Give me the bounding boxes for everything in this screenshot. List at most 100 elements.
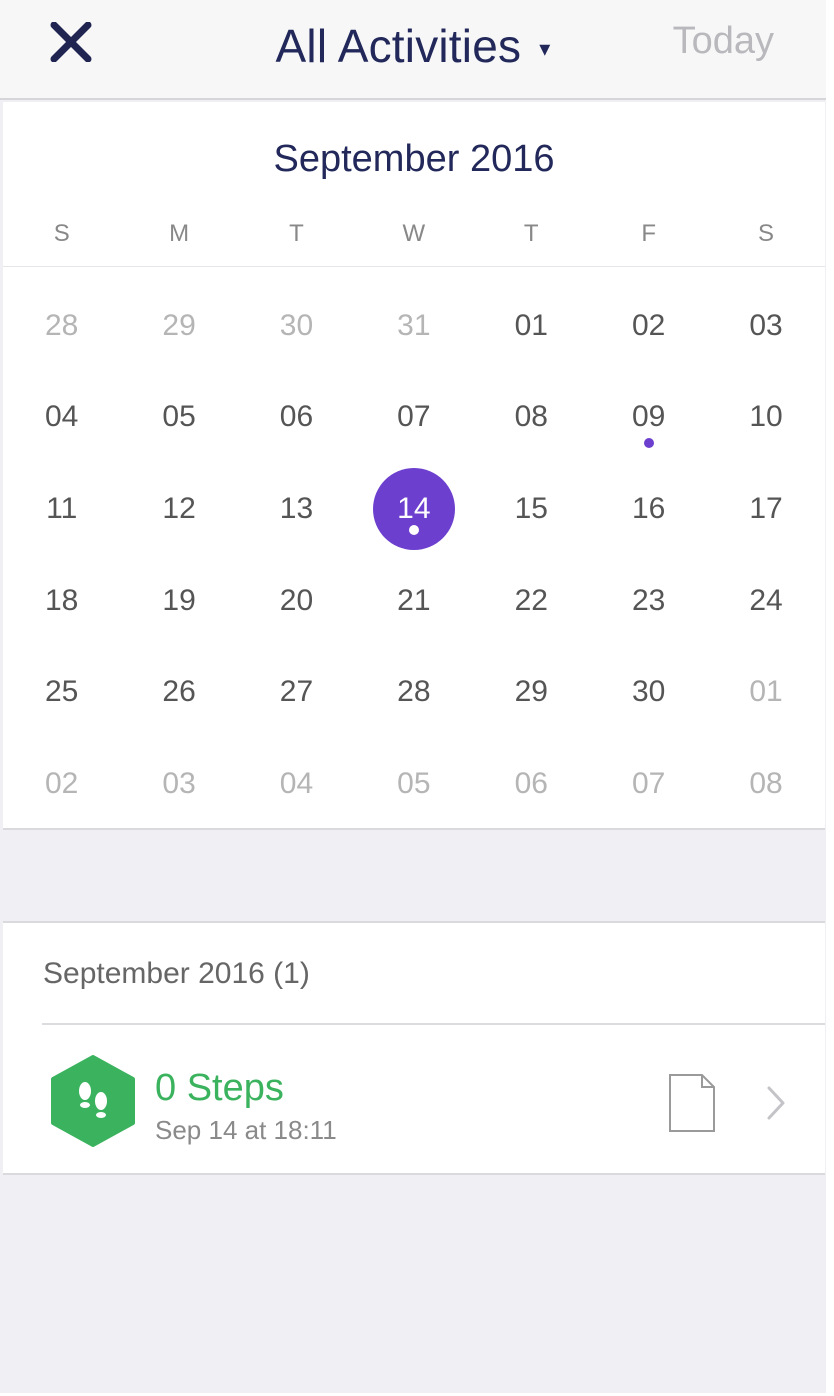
calendar-day[interactable]: 17 — [707, 463, 824, 555]
calendar-day-selected[interactable]: 14 — [355, 463, 472, 555]
calendar-day[interactable]: 23 — [590, 555, 707, 647]
day-number: 22 — [514, 583, 548, 617]
day-number: 06 — [514, 766, 548, 800]
day-number: 12 — [162, 491, 196, 525]
day-number: 29 — [162, 308, 196, 342]
day-number: 23 — [631, 583, 666, 617]
day-number: 06 — [279, 400, 314, 434]
calendar-day[interactable]: 10 — [707, 372, 824, 464]
screen-edge — [826, 0, 834, 1396]
calendar-day[interactable]: 22 — [473, 555, 590, 647]
day-number: 20 — [279, 583, 314, 617]
chevron-right-icon — [767, 1086, 785, 1120]
day-number: 05 — [397, 766, 431, 800]
day-number: 07 — [631, 766, 666, 800]
calendar-day[interactable]: 02 — [590, 280, 707, 372]
calendar-day[interactable]: 16 — [590, 463, 707, 555]
weekday-label: M — [169, 220, 190, 247]
day-number: 27 — [279, 675, 314, 709]
calendar-day[interactable]: 01 — [707, 646, 824, 738]
day-number: 03 — [162, 766, 196, 800]
calendar-day[interactable]: 30 — [238, 280, 355, 372]
calendar-day[interactable]: 07 — [590, 738, 707, 830]
calendar-day[interactable]: 04 — [238, 738, 355, 830]
activity-filter-dropdown[interactable]: All Activities ▾ — [276, 19, 551, 73]
day-number: 08 — [749, 766, 783, 800]
calendar-day[interactable]: 04 — [3, 372, 120, 464]
calendar-day[interactable]: 08 — [707, 738, 824, 830]
calendar-day[interactable]: 03 — [707, 280, 824, 372]
day-number: 02 — [631, 308, 666, 342]
day-number: 01 — [749, 675, 783, 709]
calendar-day[interactable]: 03 — [120, 738, 237, 830]
day-number: 24 — [749, 583, 783, 617]
day-number: 04 — [279, 766, 314, 800]
day-number: 19 — [162, 583, 196, 617]
day-number: 02 — [45, 766, 79, 800]
calendar-day[interactable]: 11 — [3, 463, 120, 555]
calendar-day[interactable]: 21 — [355, 555, 472, 647]
app-screen: All Activities ▾ Today September 2016 S … — [0, 0, 826, 1396]
calendar-day[interactable]: 29 — [120, 280, 237, 372]
calendar-day[interactable]: 05 — [120, 372, 237, 464]
calendar-day[interactable]: 06 — [473, 738, 590, 830]
calendar-day[interactable]: 18 — [3, 555, 120, 647]
calendar-day[interactable]: 31 — [355, 280, 472, 372]
day-number: 16 — [631, 491, 666, 525]
calendar-day[interactable]: 26 — [120, 646, 237, 738]
activity-dot — [408, 525, 419, 536]
day-number: 15 — [514, 491, 548, 525]
activity-title: 0 Steps — [155, 1067, 284, 1109]
calendar-day[interactable]: 12 — [120, 463, 237, 555]
activity-row[interactable]: 0 Steps Sep 14 at 18:11 — [3, 1025, 825, 1175]
calendar-day[interactable]: 28 — [355, 646, 472, 738]
day-number: 30 — [631, 675, 666, 709]
day-number: 29 — [514, 675, 548, 709]
day-number: 28 — [45, 308, 79, 342]
day-number: 31 — [397, 308, 431, 342]
day-number: 14 — [397, 491, 431, 525]
activity-list: September 2016 (1) 0 Steps Sep 14 at 18:… — [3, 921, 825, 1175]
calendar-day[interactable]: 05 — [355, 738, 472, 830]
month-title: September 2016 — [273, 138, 555, 180]
calendar-day[interactable]: 13 — [238, 463, 355, 555]
calendar-day[interactable]: 30 — [590, 646, 707, 738]
calendar-day[interactable]: 08 — [473, 372, 590, 464]
today-button[interactable]: Today — [673, 20, 774, 63]
close-icon — [50, 21, 92, 63]
calendar-day[interactable]: 20 — [238, 555, 355, 647]
day-number: 18 — [45, 583, 79, 617]
steps-hexagon-icon — [51, 1055, 135, 1147]
weekday-label: W — [402, 220, 426, 247]
page-title: All Activities — [275, 20, 522, 72]
day-number: 07 — [397, 400, 431, 434]
day-number: 09 — [631, 400, 666, 434]
calendar-day[interactable]: 02 — [3, 738, 120, 830]
calendar-day[interactable]: 01 — [473, 280, 590, 372]
calendar-day[interactable]: 06 — [238, 372, 355, 464]
day-number: 04 — [45, 400, 79, 434]
day-number: 17 — [749, 491, 783, 525]
day-number: 08 — [514, 400, 548, 434]
calendar-day[interactable]: 09 — [590, 372, 707, 464]
caret-down-icon: ▾ — [539, 36, 551, 61]
calendar-day[interactable]: 27 — [238, 646, 355, 738]
day-number: 11 — [46, 491, 78, 525]
day-number: 13 — [279, 491, 314, 525]
calendar-day[interactable]: 24 — [707, 555, 824, 647]
close-button[interactable] — [50, 21, 92, 63]
activity-dot — [643, 437, 654, 448]
calendar-day[interactable]: 19 — [120, 555, 237, 647]
calendar-day[interactable]: 25 — [3, 646, 120, 738]
calendar-day[interactable]: 15 — [473, 463, 590, 555]
day-number: 30 — [279, 308, 314, 342]
weekday-label: T — [289, 220, 304, 247]
day-number: 28 — [397, 675, 431, 709]
calendar: September 2016 S M T W T F S 28 29 30 31 01 0… — [3, 102, 825, 830]
day-number: 05 — [162, 400, 196, 434]
calendar-day[interactable]: 28 — [3, 280, 120, 372]
day-number: 21 — [397, 583, 431, 617]
document-icon[interactable] — [668, 1073, 716, 1133]
calendar-day[interactable]: 07 — [355, 372, 472, 464]
calendar-day[interactable]: 29 — [473, 646, 590, 738]
